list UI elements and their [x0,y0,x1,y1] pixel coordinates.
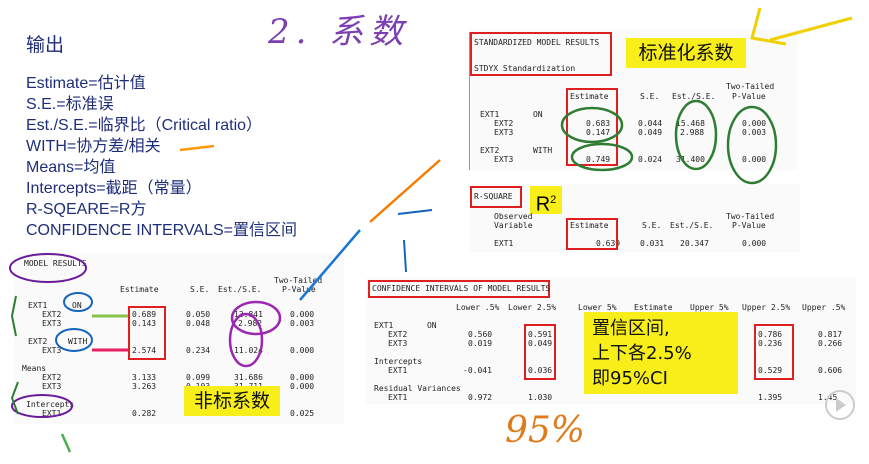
legend-item: Estimate=估计值 [26,75,146,92]
model-on-kw: ON [72,301,82,310]
ci-callout: 置信区间, 上下各2.5% 即95%CI [584,312,738,394]
ci-upper-box [754,324,794,380]
model-row-est: 3.263 [132,382,157,391]
std-row-p: 0.003 [742,128,767,137]
std-callout: 标准化系数 [626,38,746,68]
rsquare-symbol-callout: R2 [530,186,562,216]
legend-item: R-SQEARE=R方 [26,201,147,218]
arrow-mark [397,209,433,215]
std-row-name: EXT3 [494,155,514,164]
model-row-se: 0.234 [186,346,211,355]
ci-col: Upper .5% [802,303,846,312]
ci-row-name: EXT3 [388,339,408,348]
ci-row-l05: 0.972 [468,393,493,402]
rsq-col-p: P-Value [732,221,766,230]
model-row-est: 0.282 [132,409,157,418]
model-row-se: 0.048 [186,319,211,328]
std-row-cr: 2.988 [680,128,705,137]
ci-col: Lower .5% [456,303,500,312]
rsquare-symbol: R [535,193,551,216]
ci-callout-line: 上下各2.5% [592,343,692,364]
rsq-row-p: 0.000 [742,239,767,248]
ci-col: Lower 2.5% [508,303,557,312]
ci-row-name: EXT1 [388,393,408,402]
model-col-se: S.E. [190,285,210,294]
std-estimate-box [566,88,618,166]
model-row-p: 0.025 [290,409,315,418]
model-callout: 非标系数 [184,386,280,416]
std-col-p: P-Value [732,92,766,101]
rsq-col-cr: Est./S.E. [670,221,714,230]
legend-item: S.E.=标准误 [26,96,114,113]
model-col-p: P-Value [282,285,316,294]
ci-row-name: EXT1 [388,366,408,375]
arrow-mark [60,433,72,453]
std-col-cr: Est./S.E. [672,92,716,101]
model-col-estimate: Estimate [120,285,159,294]
std-row-p: 0.000 [742,155,767,164]
ci-row-u05: 0.606 [818,366,843,375]
model-with-kw: WITH [68,337,88,346]
ci-res-label: Residual Variances [374,384,461,393]
ci-col: Upper 2.5% [742,303,791,312]
rsq-col-var2: Variable [494,221,533,230]
legend-item: Means=均值 [26,159,116,176]
arrow-mark [403,239,407,273]
model-row-p: 0.000 [290,382,315,391]
rsq-col-se: S.E. [642,221,662,230]
model-row-cr: 2.982 [238,319,263,328]
model-row-cr: 11.024 [234,346,263,355]
std-row-name: EXT3 [494,128,514,137]
arrow-mark [369,159,441,223]
ci-row-l05: -0.041 [463,366,492,375]
rsq-row-name: EXT1 [494,239,514,248]
rsq-row-cr: 20.347 [680,239,709,248]
ci-row-l25: 1.030 [528,393,553,402]
ci-callout-line: 即95%CI [592,368,668,389]
std-group-label: EXT2 WITH [480,146,553,155]
rsquare-superscript: 2 [550,194,557,206]
handwritten-note-bottom: 95% [505,410,586,451]
std-row-se: 0.049 [638,128,663,137]
ci-row-u05: 0.266 [818,339,843,348]
model-col-cr: Est./S.E. [218,285,262,294]
model-row-name: EXT3 [42,319,62,328]
model-header: MODEL RESULTS [24,259,87,268]
slide-title: 输出 [26,34,65,56]
legend-item: Intercepts=截距（常量） [26,180,202,197]
ci-header: CONFIDENCE INTERVALS OF MODEL RESULTS [372,284,551,293]
rsq-row-se: 0.031 [640,239,665,248]
legend-item: CONFIDENCE INTERVALS=置信区间 [26,222,298,239]
legend-list: Estimate=估计值 S.E.=标准误 Est./S.E.=临界比（Crit… [26,73,297,241]
rsquare-header: R-SQUARE [474,192,513,201]
ci-callout-line: 置信区间, [592,318,670,339]
legend-item: WITH=协方差/相关 [26,138,161,155]
ci-row-l05: 0.019 [468,339,493,348]
model-row-p: 0.000 [290,346,315,355]
std-header: STANDARDIZED MODEL RESULTS [474,38,600,47]
legend-item: Est./S.E.=临界比（Critical ratio） [26,117,263,134]
model-estimate-box [128,306,166,360]
ci-row-u05: 1.45 [818,393,838,402]
model-row-name: EXT3 [42,346,62,355]
std-col-twotailed: Two-Tailed [726,82,775,91]
std-row-se: 0.024 [638,155,663,164]
model-row-p: 0.003 [290,319,315,328]
rsq-estimate-box [566,218,618,250]
ci-lower-box [524,324,556,380]
std-subheader: STDYX Standardization [474,64,576,73]
model-row-name: EXT1 [42,409,62,418]
handwritten-note-top: 2. 系数 [268,12,410,52]
ci-row-u25: 1.395 [758,393,783,402]
std-row-cr: 31.400 [676,155,705,164]
std-col-se: S.E. [640,92,660,101]
model-row-name: EXT3 [42,382,62,391]
